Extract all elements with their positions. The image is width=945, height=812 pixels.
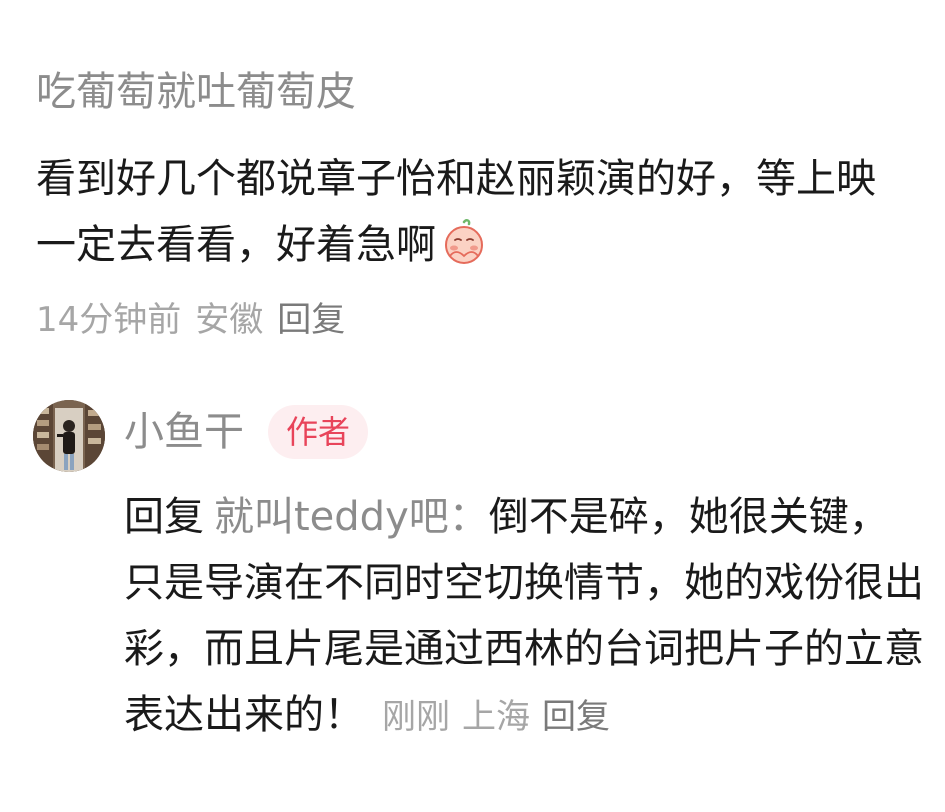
reply-text: 回复 就叫teddy吧：倒不是碎，她很关键，只是导演在不同时空切换情节，她的戏份很… (124, 484, 924, 750)
comment-time: 14分钟前 (36, 300, 182, 340)
comment-text: 看到好几个都说章子怡和赵丽颖演的好，等上映一定去看看，好着急啊 (36, 146, 896, 278)
comment-username[interactable]: 吃葡萄就吐葡萄皮 (36, 62, 356, 122)
avatar[interactable] (33, 400, 105, 472)
comment-meta: 14分钟前 安徽 回复 (36, 294, 359, 346)
reply-username[interactable]: 小鱼干 (124, 402, 244, 462)
comment-location: 安徽 (195, 300, 264, 340)
reply-prefix: 回复 (124, 494, 204, 540)
reply-time: 刚刚 (382, 697, 450, 737)
reply-header: 小鱼干 作者 (124, 402, 369, 462)
shy-blushing-face-emoji-icon (445, 219, 483, 264)
reply-reply-button[interactable]: 回复 (542, 697, 610, 737)
reply-location: 上海 (462, 697, 530, 737)
reply-meta: 刚刚 上海 回复 (382, 697, 622, 737)
comment-reply-button[interactable]: 回复 (277, 300, 345, 340)
avatar-photo-icon (33, 400, 105, 472)
reply-target-username[interactable]: 就叫teddy吧： (214, 494, 489, 540)
author-badge: 作者 (268, 405, 369, 459)
